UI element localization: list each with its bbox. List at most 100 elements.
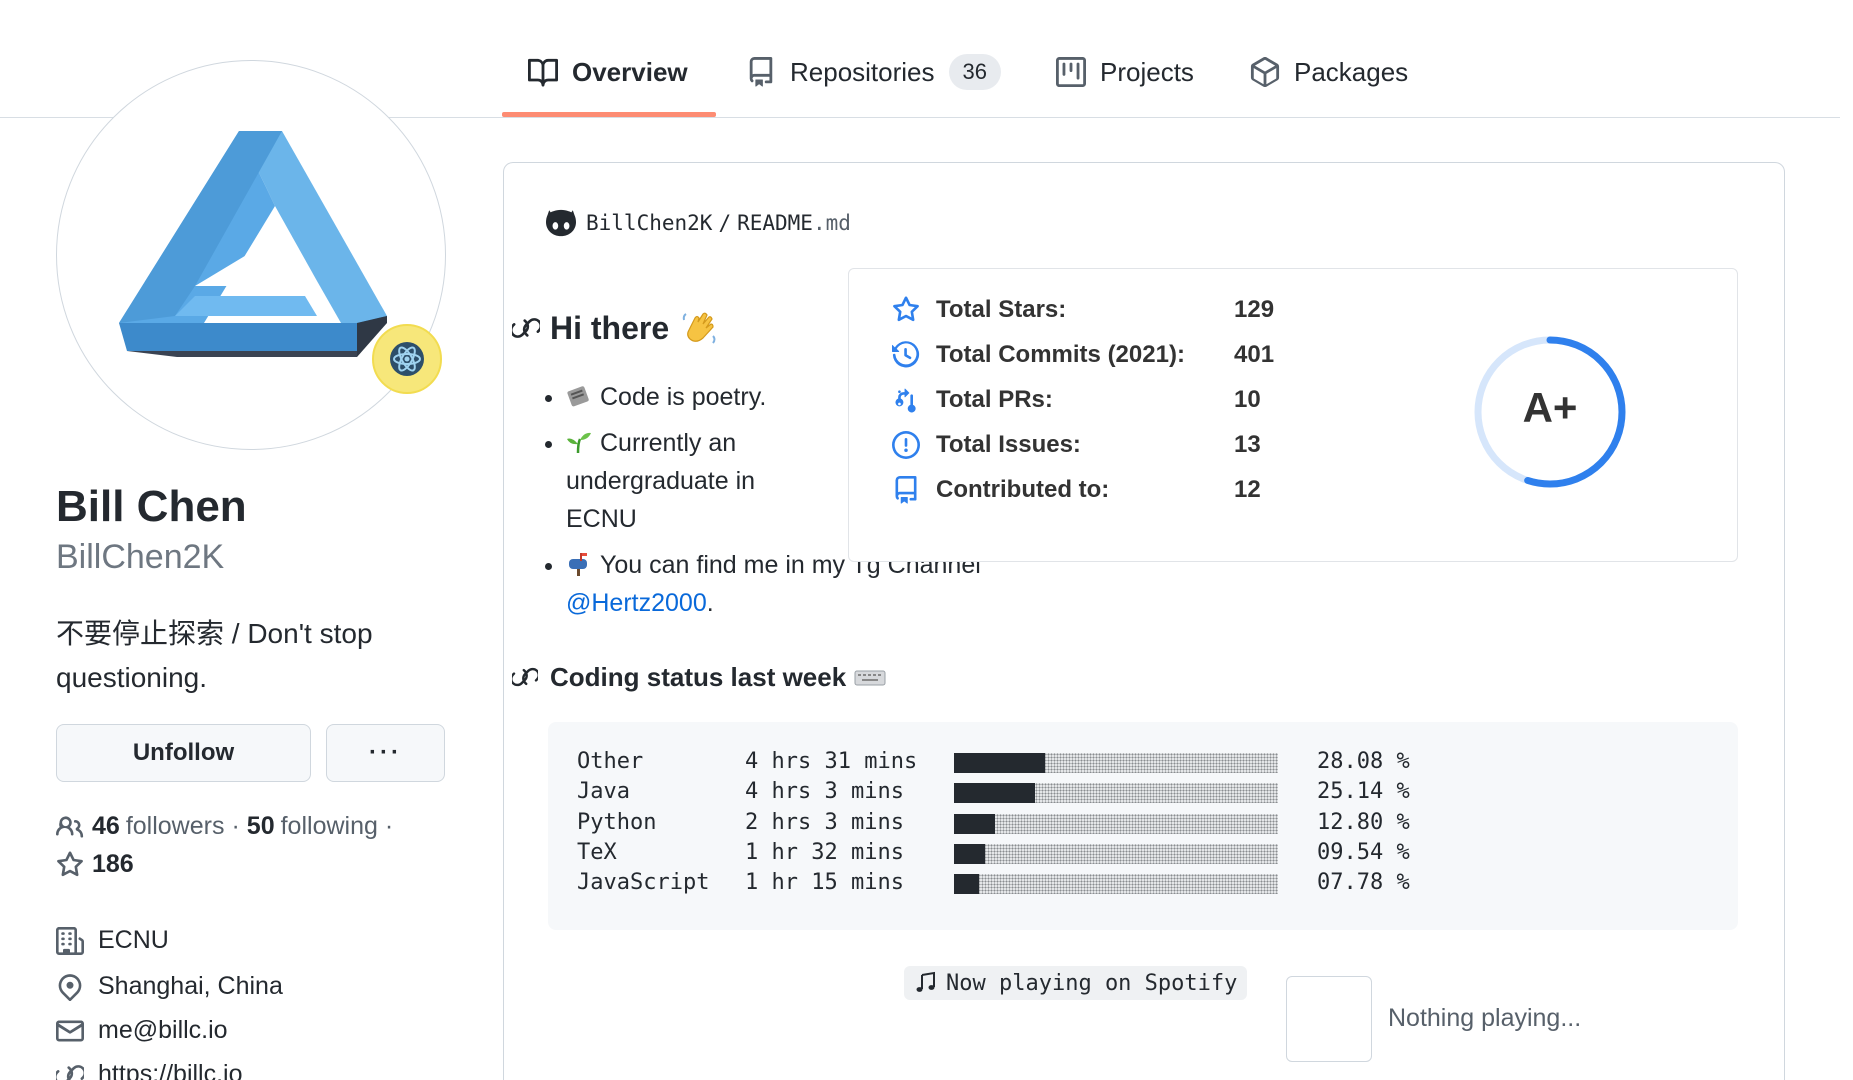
stars-count: 186 — [92, 850, 134, 878]
following-count[interactable]: 50 — [247, 812, 275, 841]
followers-link[interactable]: followers — [126, 812, 225, 841]
coding-progress-bar — [954, 753, 1278, 773]
spotify-status: Nothing playing... — [1388, 1004, 1582, 1032]
email-link[interactable]: me@billc.io — [98, 1016, 228, 1045]
coding-lang: Java — [577, 779, 630, 804]
profile-bio: 不要停止探索 / Don't stop questioning. — [56, 618, 373, 693]
waving-hand-icon — [679, 308, 719, 348]
unfollow-button[interactable]: Unfollow — [56, 724, 311, 782]
profile-organization: ECNU — [56, 926, 169, 955]
coding-lang: Other — [577, 749, 644, 774]
organization-icon — [56, 926, 84, 955]
readme-file-link[interactable]: README — [737, 211, 813, 235]
coding-progress-fill — [954, 753, 1045, 773]
profile-location: Shanghai, China — [56, 972, 283, 1001]
book-icon — [528, 57, 558, 87]
stat-value: 401 — [1234, 341, 1275, 368]
repo-icon — [746, 57, 776, 87]
avatar[interactable] — [56, 60, 446, 450]
stat-row: Total PRs: — [892, 386, 1053, 414]
profile-email[interactable]: me@billc.io — [56, 1016, 228, 1045]
coding-time: 4 hrs 31 mins — [745, 749, 918, 774]
star-icon — [892, 296, 920, 324]
music-note-icon — [914, 971, 938, 995]
tab-projects[interactable]: Projects — [1056, 52, 1194, 92]
newspaper-icon — [566, 382, 592, 408]
status-emoji-badge[interactable] — [372, 324, 442, 394]
profile-website[interactable]: https://billc.io — [56, 1060, 243, 1080]
tab-label: Repositories — [790, 56, 935, 87]
coding-progress-fill — [954, 783, 1035, 803]
list-item: Currently an undergraduate in ECNU — [566, 424, 826, 538]
coding-status-heading: Coding status last week — [512, 662, 886, 693]
stat-label: Contributed to: — [936, 476, 1110, 503]
location-text: Shanghai, China — [98, 972, 283, 1000]
penrose-triangle-logo — [119, 131, 387, 357]
anchor-link-icon[interactable] — [512, 664, 540, 692]
coding-time: 2 hrs 3 mins — [745, 810, 904, 835]
pull-request-icon — [892, 386, 920, 414]
tab-label: Overview — [572, 56, 688, 87]
coding-pct: 25.14 % — [1317, 779, 1410, 804]
organization-text: ECNU — [98, 926, 169, 954]
anchor-link-icon[interactable] — [512, 314, 540, 342]
list-item: Code is poetry. — [566, 378, 826, 416]
location-icon — [56, 973, 84, 1001]
coding-pct: 07.78 % — [1317, 870, 1410, 895]
bullet-trailing: . — [706, 589, 714, 617]
link-icon — [56, 1061, 84, 1080]
bullet-text: Currently an undergraduate in ECNU — [566, 429, 756, 533]
stat-row: Total Commits (2021): — [892, 341, 1185, 369]
coding-progress-bar — [954, 844, 1278, 864]
album-art-placeholder — [1286, 976, 1372, 1062]
path-separator: / — [718, 211, 732, 235]
coding-lang: Python — [577, 810, 657, 835]
tab-label: Packages — [1294, 56, 1409, 87]
coding-lang: JavaScript — [577, 870, 710, 895]
followers-count[interactable]: 46 — [92, 812, 120, 841]
coding-lang: TeX — [577, 840, 617, 865]
coding-progress-fill — [954, 844, 985, 864]
stat-value: 12 — [1234, 476, 1261, 503]
coding-progress-bar — [954, 783, 1278, 803]
coding-pct: 09.54 % — [1317, 840, 1410, 865]
tab-overview[interactable]: Overview — [528, 52, 688, 92]
stat-row: Total Stars: — [892, 296, 1066, 324]
mail-icon — [56, 1017, 84, 1045]
stat-row: Total Issues: — [892, 431, 1081, 459]
repo-icon — [892, 476, 920, 504]
coding-progress-bar — [954, 814, 1278, 834]
coding-progress-fill — [954, 874, 979, 894]
rank-grade: A+ — [1522, 384, 1578, 431]
profile-name: Bill Chen — [56, 482, 247, 531]
readme-header: BillChen2K / README .md — [546, 208, 851, 238]
octocat-icon — [546, 208, 576, 238]
following-link[interactable]: following — [281, 812, 378, 841]
separator: · — [384, 812, 394, 840]
project-icon — [1056, 57, 1086, 87]
readme-ext: .md — [812, 211, 851, 235]
greeting-text: Hi there — [550, 309, 670, 346]
package-icon — [1250, 57, 1280, 87]
website-link[interactable]: https://billc.io — [98, 1060, 243, 1080]
more-options-button[interactable]: ··· — [326, 724, 445, 782]
star-icon — [56, 850, 84, 879]
issue-icon — [892, 431, 920, 459]
readme-owner-link[interactable]: BillChen2K — [586, 211, 712, 235]
keyboard-icon — [854, 668, 886, 688]
people-icon — [56, 813, 84, 841]
coding-pct: 28.08 % — [1317, 749, 1410, 774]
stat-row: Contributed to: — [892, 476, 1109, 504]
stars-link[interactable]: 186 — [56, 850, 134, 879]
telegram-channel-link[interactable]: @Hertz2000 — [566, 589, 707, 617]
history-icon — [892, 341, 920, 369]
tab-label: Projects — [1100, 56, 1194, 87]
coding-title: Coding status last week — [550, 662, 847, 692]
tab-packages[interactable]: Packages — [1250, 52, 1408, 92]
coding-progress-bar — [954, 874, 1278, 894]
tab-repositories[interactable]: Repositories 36 — [746, 52, 1001, 92]
spotify-label-text: Now playing on Spotify — [946, 970, 1238, 996]
coding-progress-fill — [954, 814, 995, 834]
stat-label: Total Issues: — [936, 431, 1081, 458]
stat-label: Total Stars: — [936, 296, 1067, 323]
